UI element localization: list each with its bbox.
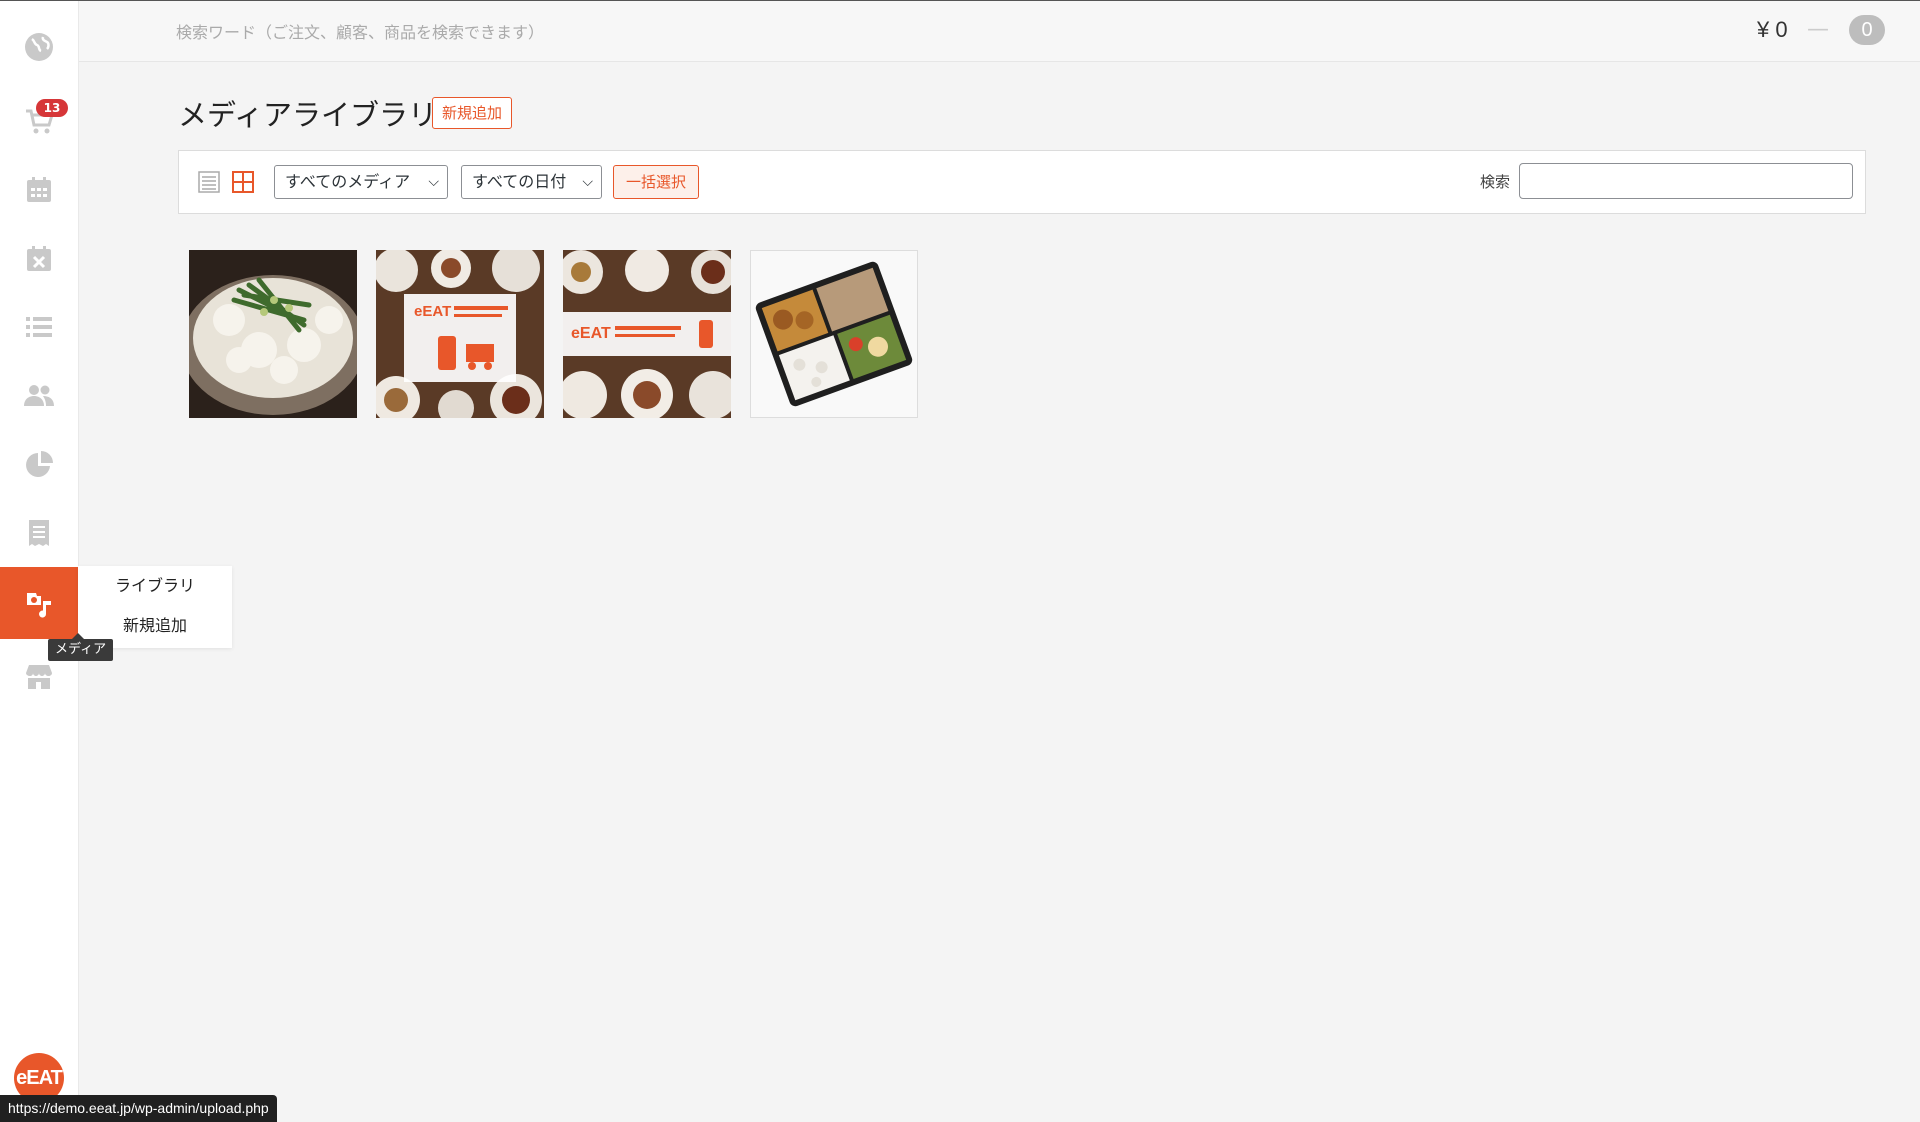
bento-image: [751, 251, 917, 417]
sidebar-item-reports[interactable]: [0, 431, 78, 499]
media-submenu: ライブラリ 新規追加: [78, 566, 232, 648]
pie-chart-icon: [26, 451, 53, 477]
list-icon: [26, 317, 52, 337]
sidebar-item-holidays[interactable]: [0, 225, 78, 293]
motsunabe-image: [189, 250, 357, 418]
amount-separator: —: [1807, 17, 1829, 42]
chevron-down-icon: ⌵: [582, 174, 593, 190]
media-toolbar: すべてのメディア ⌵ すべての日付 ⌵ 一括選択 検索: [178, 150, 1866, 214]
order-count-badge: 13: [36, 99, 68, 117]
status-bar-url: https://demo.eeat.jp/wp-admin/upload.php: [0, 1095, 277, 1122]
list-view-icon[interactable]: [197, 170, 221, 194]
sidebar-item-site[interactable]: [0, 13, 78, 81]
sidebar-item-calendar[interactable]: [0, 156, 78, 224]
banner-text: eEAT: [414, 303, 451, 320]
sales-amount: ¥ 0: [1757, 17, 1788, 42]
chevron-down-icon: ⌵: [428, 174, 439, 190]
sidebar-item-products[interactable]: [0, 293, 78, 361]
bulk-select-button[interactable]: 一括選択: [613, 165, 700, 199]
globe-icon: [25, 33, 53, 61]
date-filter-value: すべての日付: [472, 172, 567, 191]
media-icon: [27, 593, 51, 618]
media-thumbnail-4[interactable]: [750, 250, 918, 418]
global-search-input[interactable]: [174, 17, 778, 47]
media-type-filter-value: すべてのメディア: [285, 172, 411, 191]
sidebar-item-orders[interactable]: 13: [0, 87, 78, 155]
topbar: ¥ 0 — 0: [79, 1, 1920, 62]
page-title: メディアライブラリ: [178, 98, 437, 132]
store-icon: [26, 665, 52, 689]
media-thumbnail-1[interactable]: [189, 250, 357, 418]
sidebar-item-customers[interactable]: [0, 361, 78, 429]
media-thumbnail-3[interactable]: eEAT: [563, 250, 731, 418]
sidebar-item-receipts[interactable]: [0, 499, 78, 567]
sidebar-tooltip: メディア: [48, 633, 114, 661]
media-type-filter[interactable]: すべてのメディア ⌵: [274, 165, 448, 199]
add-new-button[interactable]: 新規追加: [432, 97, 513, 129]
search-label: 検索: [1480, 173, 1511, 191]
calendar-x-icon: [27, 246, 51, 271]
receipt-icon: [29, 520, 49, 546]
media-search-input[interactable]: [1519, 163, 1853, 199]
banner-text: eEAT: [571, 325, 611, 342]
eeat-banner-image-1: eEAT: [376, 250, 544, 418]
users-icon: [24, 385, 54, 406]
date-filter[interactable]: すべての日付 ⌵: [461, 165, 602, 199]
cart-count-badge[interactable]: 0: [1849, 15, 1885, 45]
submenu-item-library[interactable]: ライブラリ: [78, 566, 232, 606]
eeat-banner-image-2: eEAT: [563, 250, 731, 418]
calendar-icon: [27, 177, 51, 202]
sidebar-item-media[interactable]: [0, 567, 78, 639]
grid-view-icon[interactable]: [231, 170, 255, 194]
media-thumbnail-2[interactable]: eEAT: [376, 250, 544, 418]
sidebar: 13 eEAT: [0, 1, 79, 1122]
